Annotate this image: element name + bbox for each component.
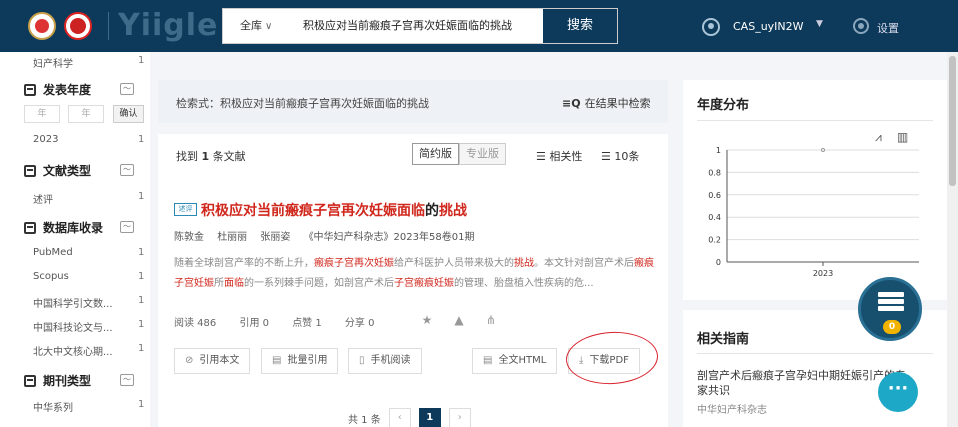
- calendar-icon: [24, 84, 36, 96]
- share-icon[interactable]: ⋔: [484, 313, 498, 327]
- search-bar: 全库 ∨ 积极应对当前瘢痕子宫再次妊娠面临的挑战 搜索: [222, 8, 618, 44]
- article-meta: 陈敦金 杜丽丽 张丽姿 《中华妇产科杂志》2023年58卷01期: [174, 228, 484, 243]
- year-to-input[interactable]: 年: [68, 105, 104, 123]
- panel-divider: [697, 353, 933, 354]
- sort-icon: ☰: [536, 150, 550, 163]
- panel-divider: [697, 120, 933, 121]
- phone-icon: ▯: [359, 355, 365, 366]
- article-actions: ★ ▲ ⋔: [420, 313, 498, 327]
- batch-cite-button[interactable]: ▤ 批量引用: [261, 348, 339, 374]
- author-link[interactable]: 杜丽丽: [217, 232, 247, 243]
- caret-down-icon[interactable]: ▼: [816, 19, 823, 29]
- brand-divider: [108, 12, 109, 40]
- sort-select[interactable]: ☰ 相关性: [536, 148, 582, 164]
- star-icon[interactable]: ★: [420, 313, 434, 327]
- y-tick-label: 1: [716, 146, 721, 155]
- brand-logo[interactable]: Yiigle: [118, 8, 218, 43]
- vertical-scrollbar[interactable]: [947, 52, 958, 427]
- author-link[interactable]: 陈敦金: [174, 232, 204, 243]
- library-count-badge: 0: [883, 320, 901, 334]
- article-abstract: 随着全球剖宫产率的不断上升，瘢痕子宫再次妊娠给产科医护人员带来极大的挑战。本文针…: [174, 258, 654, 289]
- clipboard-icon: ▤: [272, 355, 282, 366]
- books-stack-icon: [878, 292, 904, 312]
- chart-toggle-icon[interactable]: ～: [120, 164, 134, 176]
- page-number-button[interactable]: 1: [418, 408, 441, 427]
- year-confirm-button[interactable]: 确认: [113, 105, 144, 123]
- related-guides-title: 相关指南: [697, 332, 750, 347]
- search-input[interactable]: 积极应对当前瘢痕子宫再次妊娠面临的挑战: [303, 9, 512, 43]
- view-toggle: 简约版 专业版: [412, 143, 506, 165]
- institution-logo[interactable]: [28, 12, 56, 40]
- year-distribution-title: 年度分布: [697, 98, 750, 113]
- refine-search-link[interactable]: ≡Q 在结果中检索: [562, 95, 651, 111]
- scroll-thumb[interactable]: [949, 56, 956, 186]
- article-stats: 阅读 486 引用 0 点赞 1 分享 0: [174, 314, 394, 329]
- database-icon: [24, 222, 36, 234]
- share-count: 分享 0: [344, 318, 375, 329]
- read-count: 阅读 486: [174, 318, 217, 329]
- next-page-button[interactable]: ›: [448, 408, 471, 427]
- chart-toggle-icon[interactable]: ～: [120, 83, 134, 95]
- pagination: 共 1 条 ‹ 1 ›: [348, 408, 471, 427]
- y-tick-label: 0: [716, 258, 721, 267]
- view-simple-button[interactable]: 简约版: [412, 143, 459, 165]
- section-publish-year[interactable]: 发表年度～: [0, 79, 150, 103]
- search-expression-bar: 检索式：积极应对当前瘢痕子宫再次妊娠面临的挑战 ≡Q 在结果中检索: [158, 80, 668, 123]
- link-icon: ⊘: [185, 355, 194, 366]
- x-tick-label: 2023: [813, 269, 833, 278]
- list-icon: ☰: [601, 150, 615, 163]
- top-header: Yiigle 全库 ∨ 积极应对当前瘢痕子宫再次妊娠面临的挑战 搜索 CAS_uy…: [0, 0, 958, 52]
- thumbs-up-icon[interactable]: ▲: [452, 313, 466, 327]
- association-logo[interactable]: [64, 12, 92, 40]
- filter-sidebar: 妇产科学 1 发表年度～ 年 年 确认 2023 1 文献类型～ 述评 1 数据库收录…: [0, 52, 150, 427]
- y-tick-label: 0.6: [708, 191, 721, 200]
- article-title-link[interactable]: 积极应对当前瘢痕子宫再次妊娠面临的挑战: [201, 200, 467, 220]
- author-link[interactable]: 张丽姿: [260, 232, 290, 243]
- like-count: 点赞 1: [292, 318, 322, 329]
- guide-source: 中华妇产科杂志: [697, 405, 767, 416]
- result-count: 找到 1 条文献: [176, 150, 246, 163]
- page-size-select[interactable]: ☰ 10条: [601, 148, 639, 164]
- chart-toggle-icon[interactable]: ～: [120, 221, 134, 233]
- search-expression: 检索式：积极应对当前瘢痕子宫再次妊娠面临的挑战: [176, 97, 429, 110]
- cite-article-button[interactable]: ⊘ 引用本文: [174, 348, 251, 374]
- chart-toggle-icon[interactable]: ～: [120, 374, 134, 386]
- section-doc-type[interactable]: 文献类型～: [0, 160, 150, 184]
- user-avatar-icon[interactable]: [702, 18, 720, 36]
- full-html-button[interactable]: ▤ 全文HTML: [472, 348, 558, 374]
- year-distribution-panel: 年度分布 ⩘ ▥ 0 0.2 0.4 0.6 0.8 1 2023: [683, 80, 947, 300]
- cite-count: 引用 0: [239, 318, 269, 329]
- view-pro-button[interactable]: 专业版: [459, 143, 506, 165]
- total-count: 共 1 条: [348, 414, 381, 426]
- float-library-button[interactable]: 0: [858, 277, 922, 341]
- document-icon: [24, 165, 36, 177]
- y-tick-label: 0.4: [708, 213, 721, 222]
- y-tick-label: 0.2: [708, 236, 721, 245]
- year-distribution-chart: 0 0.2 0.4 0.6 0.8 1 2023: [708, 146, 919, 278]
- user-name[interactable]: CAS_uyIN2W: [733, 20, 804, 33]
- chat-bubble-icon[interactable]: ···: [878, 372, 918, 412]
- settings-link[interactable]: 设置: [877, 20, 899, 36]
- y-tick-label: 0.8: [708, 168, 721, 177]
- journal-link[interactable]: 《中华妇产科杂志》2023年58卷01期: [304, 232, 475, 243]
- mobile-read-button[interactable]: ▯ 手机阅读: [348, 348, 422, 374]
- prev-page-button[interactable]: ‹: [388, 408, 411, 427]
- chevron-down-icon: ∨: [265, 21, 273, 32]
- search-button[interactable]: 搜索: [543, 9, 617, 43]
- guide-link[interactable]: 剖宫产术后瘢痕子宫孕妇中期妊娠引产的专家共识: [697, 368, 907, 398]
- article-type-tag: 述评: [174, 203, 197, 216]
- document-icon: ▤: [483, 355, 493, 366]
- gear-icon[interactable]: [853, 18, 869, 34]
- data-point: [821, 148, 825, 152]
- results-card: 找到 1 条文献 简约版 专业版 ☰ 相关性 ☰ 10条 述评 积极应对当前瘢痕…: [158, 134, 668, 427]
- search-scope-select[interactable]: 全库 ∨: [223, 9, 285, 43]
- search-list-icon: ≡Q: [562, 97, 581, 110]
- year-from-input[interactable]: 年: [24, 105, 60, 123]
- section-database[interactable]: 数据库收录～: [0, 217, 150, 241]
- journal-icon: [24, 375, 36, 387]
- section-journal-type[interactable]: 期刊类型～: [0, 370, 150, 394]
